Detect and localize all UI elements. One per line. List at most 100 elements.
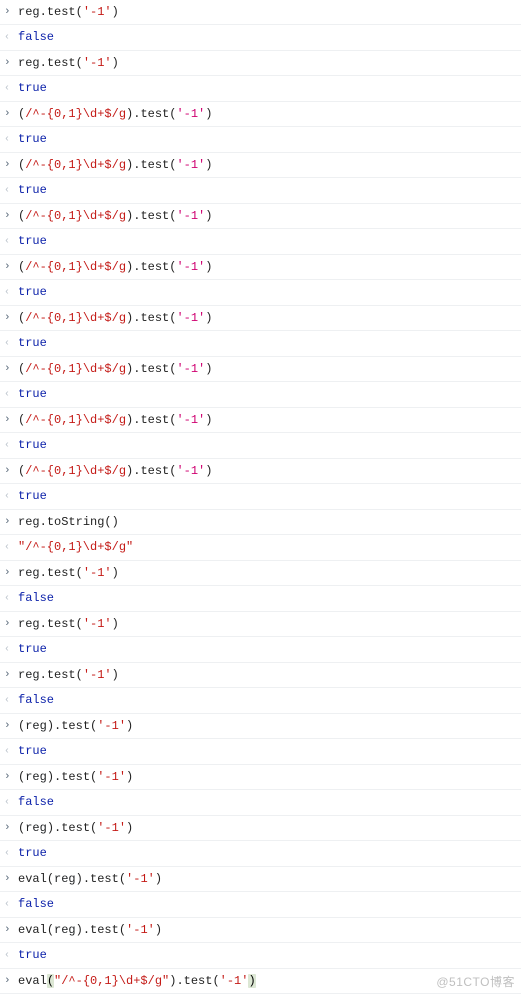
input-prompt-icon: › <box>4 105 18 123</box>
console-input-row[interactable]: ›(reg).test('-1') <box>0 816 521 841</box>
console-output-text: true <box>18 742 521 760</box>
output-arrow-icon: ‹ <box>4 334 18 353</box>
output-arrow-icon: ‹ <box>4 589 18 608</box>
output-arrow-icon: ‹ <box>4 844 18 863</box>
console-output-row: ‹true <box>0 433 521 459</box>
console-output-text: true <box>18 436 521 454</box>
output-arrow-icon: ‹ <box>4 538 18 557</box>
output-arrow-icon: ‹ <box>4 742 18 761</box>
console-output-text: true <box>18 640 521 658</box>
console-input-text: (/^-{0,1}\d+$/g).test('-1') <box>18 156 521 174</box>
console-output-row: ‹true <box>0 484 521 510</box>
output-arrow-icon: ‹ <box>4 385 18 404</box>
console-input-text: eval(reg).test('-1') <box>18 870 521 888</box>
console-input-text: (/^-{0,1}\d+$/g).test('-1') <box>18 360 521 378</box>
console-output-row: ‹true <box>0 943 521 969</box>
console-input-text: (/^-{0,1}\d+$/g).test('-1') <box>18 258 521 276</box>
input-prompt-icon: › <box>4 564 18 582</box>
console-input-row[interactable]: ›reg.test('-1') <box>0 612 521 637</box>
console-input-row[interactable]: ›eval(reg).test('-1') <box>0 867 521 892</box>
output-arrow-icon: ‹ <box>4 436 18 455</box>
console-input-row[interactable]: ›reg.toString() <box>0 510 521 535</box>
input-prompt-icon: › <box>4 360 18 378</box>
console-output-text: "/^-{0,1}\d+$/g" <box>18 538 521 556</box>
console-input-row[interactable]: ›(/^-{0,1}\d+$/g).test('-1') <box>0 357 521 382</box>
devtools-console[interactable]: ›reg.test('-1')‹false›reg.test('-1')‹tru… <box>0 0 521 994</box>
input-prompt-icon: › <box>4 3 18 21</box>
console-input-text: reg.test('-1') <box>18 615 521 633</box>
console-output-row: ‹"/^-{0,1}\d+$/g" <box>0 535 521 561</box>
console-input-text: (/^-{0,1}\d+$/g).test('-1') <box>18 105 521 123</box>
console-input-text: reg.test('-1') <box>18 54 521 72</box>
input-prompt-icon: › <box>4 207 18 225</box>
console-input-text: reg.test('-1') <box>18 666 521 684</box>
console-output-text: true <box>18 385 521 403</box>
console-input-row[interactable]: ›reg.test('-1') <box>0 0 521 25</box>
output-arrow-icon: ‹ <box>4 28 18 47</box>
console-input-row[interactable]: ›(/^-{0,1}\d+$/g).test('-1') <box>0 408 521 433</box>
console-output-row: ‹true <box>0 331 521 357</box>
console-output-row: ‹false <box>0 586 521 612</box>
console-input-row[interactable]: ›(/^-{0,1}\d+$/g).test('-1') <box>0 459 521 484</box>
console-output-text: false <box>18 895 521 913</box>
console-output-row: ‹true <box>0 280 521 306</box>
input-prompt-icon: › <box>4 615 18 633</box>
console-input-row[interactable]: ›(/^-{0,1}\d+$/g).test('-1') <box>0 255 521 280</box>
console-input-row[interactable]: ›(/^-{0,1}\d+$/g).test('-1') <box>0 153 521 178</box>
input-prompt-icon: › <box>4 768 18 786</box>
console-output-row: ‹false <box>0 790 521 816</box>
console-output-row: ‹false <box>0 688 521 714</box>
console-output-text: true <box>18 79 521 97</box>
console-input-text: (/^-{0,1}\d+$/g).test('-1') <box>18 309 521 327</box>
input-prompt-icon: › <box>4 156 18 174</box>
console-input-text: reg.test('-1') <box>18 3 521 21</box>
input-prompt-icon: › <box>4 411 18 429</box>
input-prompt-icon: › <box>4 972 18 990</box>
console-input-row[interactable]: ›(reg).test('-1') <box>0 714 521 739</box>
console-output-text: false <box>18 589 521 607</box>
console-input-text: (reg).test('-1') <box>18 819 521 837</box>
output-arrow-icon: ‹ <box>4 487 18 506</box>
console-input-row[interactable]: ›(reg).test('-1') <box>0 765 521 790</box>
input-prompt-icon: › <box>4 921 18 939</box>
console-output-text: true <box>18 844 521 862</box>
console-output-text: true <box>18 181 521 199</box>
console-input-row[interactable]: ›reg.test('-1') <box>0 663 521 688</box>
console-input-text: eval(reg).test('-1') <box>18 921 521 939</box>
output-arrow-icon: ‹ <box>4 130 18 149</box>
console-input-text: (/^-{0,1}\d+$/g).test('-1') <box>18 462 521 480</box>
console-output-text: false <box>18 793 521 811</box>
console-input-row[interactable]: ›(/^-{0,1}\d+$/g).test('-1') <box>0 102 521 127</box>
console-input-row[interactable]: ›reg.test('-1') <box>0 51 521 76</box>
input-prompt-icon: › <box>4 54 18 72</box>
output-arrow-icon: ‹ <box>4 640 18 659</box>
console-output-row: ‹true <box>0 229 521 255</box>
input-prompt-icon: › <box>4 819 18 837</box>
console-output-row: ‹false <box>0 892 521 918</box>
output-arrow-icon: ‹ <box>4 79 18 98</box>
console-input-row[interactable]: ›(/^-{0,1}\d+$/g).test('-1') <box>0 306 521 331</box>
console-input-row[interactable]: ›(/^-{0,1}\d+$/g).test('-1') <box>0 204 521 229</box>
console-input-text: reg.test('-1') <box>18 564 521 582</box>
console-input-text: (reg).test('-1') <box>18 717 521 735</box>
output-arrow-icon: ‹ <box>4 691 18 710</box>
input-prompt-icon: › <box>4 462 18 480</box>
input-prompt-icon: › <box>4 513 18 531</box>
console-output-text: false <box>18 28 521 46</box>
input-prompt-icon: › <box>4 258 18 276</box>
console-input-text: (/^-{0,1}\d+$/g).test('-1') <box>18 411 521 429</box>
console-output-row: ‹true <box>0 178 521 204</box>
input-prompt-icon: › <box>4 309 18 327</box>
output-arrow-icon: ‹ <box>4 793 18 812</box>
console-output-row: ‹true <box>0 637 521 663</box>
input-prompt-icon: › <box>4 870 18 888</box>
console-output-text: false <box>18 691 521 709</box>
console-input-row[interactable]: ›reg.test('-1') <box>0 561 521 586</box>
console-output-text: true <box>18 130 521 148</box>
console-input-row[interactable]: ›eval(reg).test('-1') <box>0 918 521 943</box>
console-output-text: true <box>18 232 521 250</box>
console-output-row: ‹true <box>0 841 521 867</box>
watermark-text: @51CTO博客 <box>436 973 515 990</box>
input-prompt-icon: › <box>4 717 18 735</box>
console-output-text: true <box>18 334 521 352</box>
